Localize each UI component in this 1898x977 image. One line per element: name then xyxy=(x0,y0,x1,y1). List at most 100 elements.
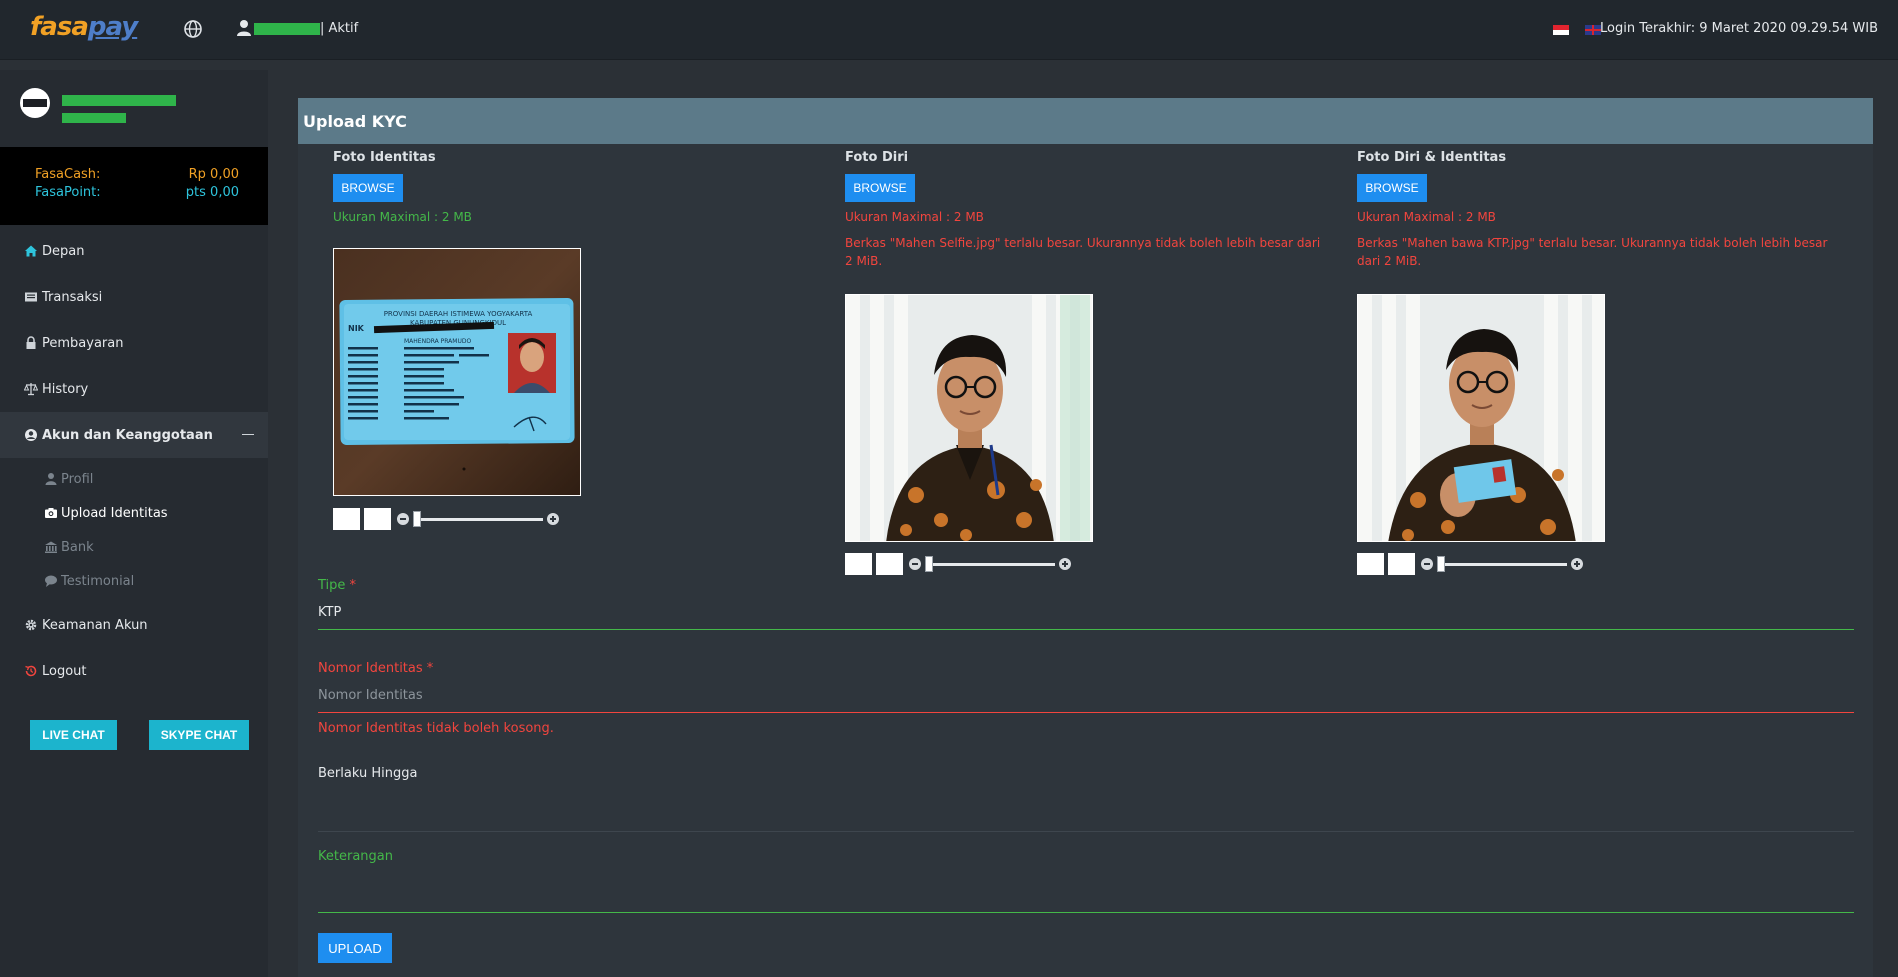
zoom-slider-handle[interactable] xyxy=(1437,556,1445,572)
sidebar-item-transaksi[interactable]: Transaksi xyxy=(0,274,268,320)
browse-button-identitas[interactable]: BROWSE xyxy=(333,174,403,202)
collapse-minus-icon[interactable] xyxy=(242,434,254,435)
redacted-profile-name xyxy=(62,95,176,106)
history-icon xyxy=(25,665,37,677)
fasapay-logo[interactable]: fasapay xyxy=(30,12,152,48)
camera-icon xyxy=(45,508,57,518)
sidebar-item-depan[interactable]: Depan xyxy=(0,228,268,274)
submenu-item-testimonial[interactable]: Testimonial xyxy=(0,564,268,598)
sidebar-item-label: Logout xyxy=(42,663,87,679)
zoom-slider-track[interactable] xyxy=(413,518,543,521)
berlaku-hingga-input[interactable] xyxy=(318,807,1854,823)
sidebar-item-pembayaran[interactable]: Pembayaran xyxy=(0,320,268,366)
rotate-left-button[interactable] xyxy=(1357,553,1384,575)
tipe-underline xyxy=(318,629,1854,630)
nomor-identitas-input[interactable]: Nomor Identitas xyxy=(318,688,1854,704)
indonesia-flag-icon[interactable] xyxy=(1553,25,1569,35)
selfie-with-id-photo xyxy=(1358,295,1604,541)
zoom-controls-identitas xyxy=(333,508,573,530)
sidebar-item-label: Keamanan Akun xyxy=(42,617,148,633)
nomor-identitas-error: Nomor Identitas tidak boleh kosong. xyxy=(318,721,554,736)
upload-button[interactable]: UPLOAD xyxy=(318,933,392,963)
zoom-out-icon[interactable] xyxy=(909,558,921,570)
rotate-left-button[interactable] xyxy=(333,508,360,530)
globe-icon[interactable] xyxy=(183,19,203,39)
submenu-item-bank[interactable]: Bank xyxy=(0,530,268,564)
redacted-profile-id xyxy=(62,113,126,123)
zoom-in-icon[interactable] xyxy=(1571,558,1583,570)
gear-icon xyxy=(25,619,37,631)
browse-button-foto-diri[interactable]: BROWSE xyxy=(845,174,915,202)
live-chat-button[interactable]: LIVE CHAT xyxy=(30,720,117,750)
zoom-slider-handle[interactable] xyxy=(925,556,933,572)
berlaku-hingga-label: Berlaku Hingga xyxy=(318,766,418,781)
comment-icon xyxy=(45,575,57,587)
user-icon[interactable] xyxy=(236,19,252,37)
id-card-name-text: MAHENDRA PRAMUDO xyxy=(404,338,471,345)
berlaku-hingga-underline xyxy=(318,831,1854,832)
submenu-item-upload-identitas[interactable]: Upload Identitas xyxy=(0,496,268,530)
submenu-item-label: Upload Identitas xyxy=(61,505,168,521)
selfie-with-id-preview-image[interactable] xyxy=(1357,294,1605,542)
nomor-identitas-field[interactable]: Nomor Identitas * Nomor Identitas Nomor … xyxy=(318,661,1854,736)
upload-label: Foto Diri xyxy=(845,150,909,165)
sidebar-item-label: History xyxy=(42,381,89,397)
home-icon xyxy=(25,245,37,257)
nomor-identitas-underline xyxy=(318,712,1854,713)
submenu-item-profil[interactable]: Profil xyxy=(0,462,268,496)
tipe-select-value[interactable]: KTP xyxy=(318,605,1854,621)
rotate-left-button[interactable] xyxy=(845,553,872,575)
user-circle-icon xyxy=(25,429,37,441)
rotate-right-button[interactable] xyxy=(1388,553,1415,575)
sidebar-item-history[interactable]: History xyxy=(0,366,268,412)
rotate-right-button[interactable] xyxy=(364,508,391,530)
rotate-right-button[interactable] xyxy=(876,553,903,575)
id-card-nik-label: NIK xyxy=(348,324,365,333)
sidebar-item-label: Depan xyxy=(42,243,85,259)
zoom-slider-handle[interactable] xyxy=(413,511,421,527)
english-flag-icon[interactable] xyxy=(1585,25,1601,35)
file-too-large-error: Berkas "Mahen Selfie.jpg" terlalu besar.… xyxy=(845,236,1321,268)
id-card-photo: PROVINSI DAERAH ISTIMEWA YOGYAKARTA KABU… xyxy=(334,249,580,495)
avatar xyxy=(20,88,50,118)
skype-chat-button[interactable]: SKYPE CHAT xyxy=(149,720,249,750)
keterangan-input[interactable] xyxy=(318,888,1854,904)
zoom-in-icon[interactable] xyxy=(547,513,559,525)
sidebar: FasaCash: Rp 0,00 FasaPoint: pts 0,00 De… xyxy=(0,70,268,977)
logo-text-fasa: fasa xyxy=(30,12,89,42)
tipe-field[interactable]: Tipe * KTP xyxy=(318,578,1854,630)
required-mark: * xyxy=(349,578,357,593)
berlaku-hingga-field[interactable]: Berlaku Hingga xyxy=(318,766,1854,832)
zoom-controls-diri-identitas xyxy=(1357,553,1597,575)
submenu-akun: Profil Upload Identitas Bank Testimonial xyxy=(0,458,268,602)
zoom-slider-track[interactable] xyxy=(925,563,1055,566)
browse-button-diri-identitas[interactable]: BROWSE xyxy=(1357,174,1427,202)
tipe-label: Tipe * xyxy=(318,578,1854,593)
user-icon xyxy=(45,473,57,485)
sidebar-item-keamanan-akun[interactable]: Keamanan Akun xyxy=(0,602,268,648)
keterangan-field[interactable]: Keterangan xyxy=(318,849,1854,913)
selfie-preview-image[interactable] xyxy=(845,294,1093,542)
fasacash-label: FasaCash: xyxy=(35,167,101,182)
fasacash-row: FasaCash: Rp 0,00 xyxy=(35,167,239,182)
newspaper-icon xyxy=(25,292,37,302)
scale-icon xyxy=(24,383,38,396)
zoom-controls-foto-diri xyxy=(845,553,1085,575)
fasapoint-label: FasaPoint: xyxy=(35,185,101,200)
sidebar-item-label: Transaksi xyxy=(42,289,103,305)
upload-foto-diri: Foto Diri BROWSE Ukuran Maximal : 2 MB B… xyxy=(845,150,1320,270)
sidebar-item-akun-keanggotaan[interactable]: Akun dan Keanggotaan xyxy=(0,412,268,458)
lock-icon xyxy=(26,336,36,349)
id-card-preview-image[interactable]: PROVINSI DAERAH ISTIMEWA YOGYAKARTA KABU… xyxy=(333,248,581,496)
upload-foto-identitas: Foto Identitas BROWSE Ukuran Maximal : 2… xyxy=(333,150,773,224)
selfie-photo xyxy=(846,295,1092,541)
zoom-out-icon[interactable] xyxy=(1421,558,1433,570)
file-too-large-error: Berkas "Mahen bawa KTP.jpg" terlalu besa… xyxy=(1357,236,1828,268)
zoom-in-icon[interactable] xyxy=(1059,558,1071,570)
zoom-out-icon[interactable] xyxy=(397,513,409,525)
max-size-note: Ukuran Maximal : 2 MB xyxy=(333,210,472,224)
upload-label: Foto Identitas xyxy=(333,150,436,165)
zoom-slider-track[interactable] xyxy=(1437,563,1567,566)
nomor-identitas-label: Nomor Identitas * xyxy=(318,661,1854,676)
sidebar-item-logout[interactable]: Logout xyxy=(0,648,268,694)
